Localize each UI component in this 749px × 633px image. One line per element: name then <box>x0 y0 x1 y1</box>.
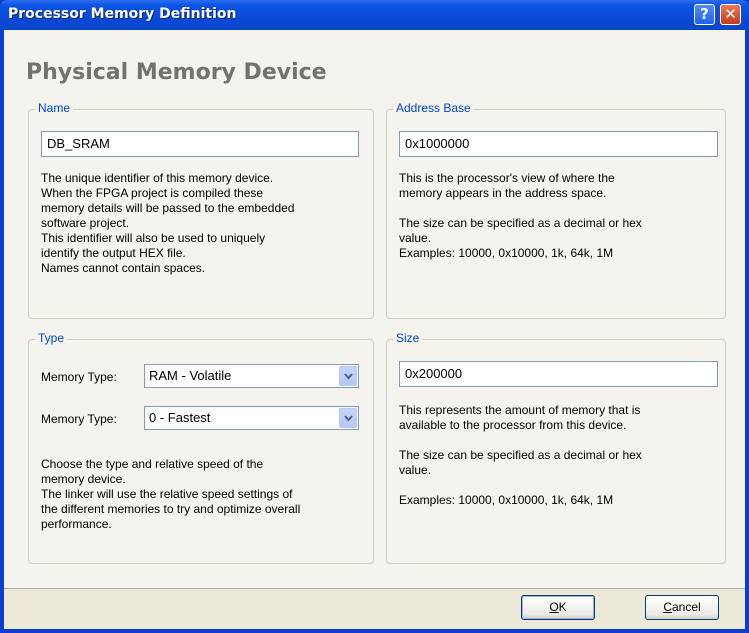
cancel-button[interactable]: Cancel <box>645 595 719 620</box>
type-description: Choose the type and relative speed of th… <box>41 457 301 531</box>
memory-speed-select[interactable]: 0 - Fastest <box>144 406 359 430</box>
ok-accelerator: O <box>549 600 559 614</box>
memory-type-label: Memory Type: <box>41 370 117 384</box>
help-button[interactable]: ? <box>694 4 715 25</box>
cancel-label: ancel <box>671 600 701 614</box>
close-icon: ✕ <box>724 5 737 23</box>
content-panel: Physical Memory Device Name DB_SRAM The … <box>4 30 745 588</box>
ok-button[interactable]: OK <box>521 595 595 620</box>
footer-divider <box>4 588 745 589</box>
memory-speed-selected: 0 - Fastest <box>149 410 211 425</box>
memory-type-select[interactable]: RAM - Volatile <box>144 364 359 388</box>
memory-type-selected: RAM - Volatile <box>149 368 232 383</box>
address-base-description: This is the processor's view of where th… <box>399 171 615 200</box>
ok-label: K <box>558 600 567 614</box>
size-description: This represents the amount of memory tha… <box>399 403 641 432</box>
size-input[interactable]: 0x200000 <box>399 361 718 387</box>
dialog-window: Processor Memory Definition ? ✕ Physical… <box>0 0 749 633</box>
name-group: Name DB_SRAM The unique identifier of th… <box>28 101 374 319</box>
cancel-accelerator: C <box>663 600 672 614</box>
address-base-group: Address Base 0x1000000 This is the proce… <box>386 101 726 319</box>
size-group-title: Size <box>393 331 423 345</box>
name-group-title: Name <box>35 101 74 115</box>
size-examples: Examples: 10000, 0x10000, 1k, 64k, 1M <box>399 493 614 507</box>
memory-speed-label: Memory Type: <box>41 412 117 426</box>
help-icon: ? <box>700 5 709 23</box>
title-bar[interactable]: Processor Memory Definition ? ✕ <box>0 0 749 30</box>
close-button[interactable]: ✕ <box>720 4 741 25</box>
chevron-down-icon[interactable] <box>339 366 357 386</box>
name-description: The unique identifier of this memory dev… <box>41 171 295 275</box>
address-base-group-title: Address Base <box>393 101 474 115</box>
chevron-down-icon[interactable] <box>339 408 357 428</box>
address-base-input[interactable]: 0x1000000 <box>399 131 718 157</box>
dialog-client-area: Physical Memory Device Name DB_SRAM The … <box>4 30 745 629</box>
size-group: Size 0x200000 This represents the amount… <box>386 331 726 564</box>
size-format-hint: The size can be specified as a decimal o… <box>399 448 642 477</box>
address-base-size-hint: The size can be specified as a decimal o… <box>399 216 642 260</box>
name-input[interactable]: DB_SRAM <box>41 131 359 157</box>
type-group-title: Type <box>35 331 68 345</box>
type-group: Type Memory Type: RAM - Volatile Memory … <box>28 331 374 564</box>
page-title: Physical Memory Device <box>26 60 327 85</box>
window-title: Processor Memory Definition <box>8 6 237 22</box>
